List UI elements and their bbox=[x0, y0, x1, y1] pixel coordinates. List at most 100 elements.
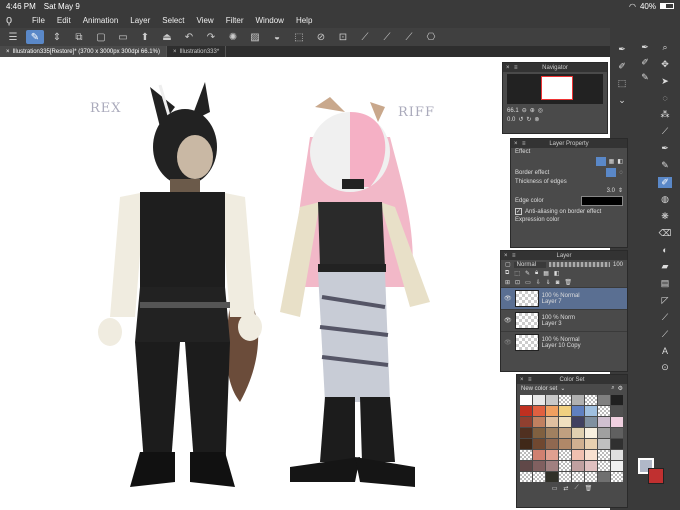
color-swatch[interactable] bbox=[585, 450, 597, 460]
fill-icon[interactable]: ◒ bbox=[268, 30, 286, 44]
color-swatch[interactable] bbox=[520, 472, 532, 482]
search-icon[interactable]: ⌕ bbox=[611, 385, 614, 392]
color-swatch[interactable] bbox=[520, 428, 532, 438]
color-swatch[interactable] bbox=[533, 395, 545, 405]
lasso-icon[interactable]: ◌ bbox=[662, 93, 667, 103]
new-raster-icon[interactable]: ⊞ bbox=[505, 279, 510, 286]
new-file-icon[interactable]: ▢ bbox=[92, 30, 110, 44]
layer-row[interactable]: 👁︎ 100 % Norm Layer 3 bbox=[501, 309, 627, 331]
border-type-alt-icon[interactable]: ◌ bbox=[619, 170, 623, 176]
color-swatch[interactable] bbox=[611, 472, 623, 482]
draft-icon[interactable]: ✎ bbox=[525, 270, 530, 277]
select-arrow-icon[interactable]: ➤ bbox=[661, 76, 669, 87]
color-swatch[interactable] bbox=[520, 439, 532, 449]
paint-icon[interactable]: ⬚ bbox=[618, 78, 627, 89]
rotate-right-icon[interactable]: ↻ bbox=[526, 116, 531, 123]
color-swatch[interactable] bbox=[559, 428, 571, 438]
figure-icon[interactable]: ◸ bbox=[662, 295, 669, 306]
color-swatch[interactable] bbox=[520, 417, 532, 427]
color-swatch[interactable] bbox=[585, 417, 597, 427]
color-swatch[interactable] bbox=[546, 461, 558, 471]
color-swatch[interactable] bbox=[533, 450, 545, 460]
color-swatch[interactable] bbox=[546, 439, 558, 449]
color-swatch[interactable] bbox=[533, 472, 545, 482]
hamburger-menu-icon[interactable]: ☰ bbox=[4, 30, 22, 44]
reference-icon[interactable]: ⬚ bbox=[514, 270, 520, 277]
chevron-updown-icon[interactable]: ⇕ bbox=[48, 30, 66, 44]
assist-icon[interactable]: ⎔ bbox=[422, 30, 440, 44]
edit-mode-icon[interactable]: ✎ bbox=[26, 30, 44, 44]
color-swatch[interactable] bbox=[585, 472, 597, 482]
menu-icon[interactable]: ≡ bbox=[514, 65, 518, 71]
transfer-down-icon[interactable]: ⇩ bbox=[536, 279, 541, 286]
gradient-icon[interactable]: ▤ bbox=[661, 278, 670, 289]
blend-icon[interactable]: ◐ bbox=[662, 245, 667, 255]
close-icon[interactable]: × bbox=[173, 49, 177, 55]
color-swatch[interactable] bbox=[559, 450, 571, 460]
menu-icon[interactable]: ≡ bbox=[512, 253, 516, 259]
tab-illustration333[interactable]: × Illustration333* bbox=[167, 46, 227, 57]
layer-row[interactable]: 👁︎ 100 % Normal Layer 7 bbox=[501, 287, 627, 309]
brush-icon[interactable]: ✐ bbox=[658, 177, 672, 188]
merge-icon[interactable]: ⇓ bbox=[546, 279, 551, 286]
color-swatch[interactable] bbox=[533, 428, 545, 438]
opacity-value[interactable]: 100 bbox=[613, 262, 623, 268]
close-icon[interactable]: × bbox=[514, 141, 518, 147]
close-icon[interactable]: × bbox=[506, 65, 510, 71]
menu-file[interactable]: File bbox=[32, 16, 45, 25]
border-type-icon[interactable] bbox=[606, 168, 617, 177]
color-swatch[interactable] bbox=[572, 472, 584, 482]
color-swatch[interactable] bbox=[559, 417, 571, 427]
color-swatch[interactable] bbox=[520, 406, 532, 416]
new-vector-icon[interactable]: ⊡ bbox=[515, 279, 520, 286]
companion-icon[interactable]: ⧉ bbox=[70, 30, 88, 44]
menu-layer[interactable]: Layer bbox=[130, 16, 150, 25]
edge-color-swatch[interactable] bbox=[581, 196, 623, 206]
color-swatch[interactable] bbox=[559, 395, 571, 405]
fill-icon[interactable]: ▰ bbox=[662, 261, 669, 272]
color-swatch[interactable] bbox=[611, 395, 623, 405]
color-swatch[interactable] bbox=[520, 395, 532, 405]
pencil-icon[interactable]: ✎ bbox=[661, 160, 669, 171]
color-swatch[interactable] bbox=[546, 417, 558, 427]
app-logo-icon[interactable]: ϙ bbox=[6, 13, 20, 27]
color-swatch[interactable] bbox=[546, 395, 558, 405]
color-swatch[interactable] bbox=[585, 406, 597, 416]
close-icon[interactable]: × bbox=[504, 253, 508, 259]
pen-icon[interactable]: ✒ bbox=[661, 143, 669, 154]
reset-icon[interactable]: ⊗ bbox=[534, 116, 539, 123]
color-swatch[interactable] bbox=[572, 461, 584, 471]
delete-icon[interactable]: 🗑︎ bbox=[585, 485, 593, 492]
color-swatch[interactable] bbox=[559, 439, 571, 449]
antialias-checkbox[interactable]: ✓ bbox=[515, 208, 522, 215]
replace-color-icon[interactable]: ⇄ bbox=[563, 485, 568, 492]
navigator-preview[interactable] bbox=[507, 74, 603, 104]
ruler-icon[interactable]: ⟋ bbox=[662, 329, 668, 340]
visibility-eye-icon[interactable]: 👁︎ bbox=[504, 317, 512, 324]
wand-icon[interactable]: ⁂ bbox=[661, 109, 670, 120]
color-swatch[interactable] bbox=[533, 439, 545, 449]
close-icon[interactable]: × bbox=[520, 377, 524, 383]
angle-value[interactable]: 0.0 bbox=[507, 117, 515, 123]
zoom-out-icon[interactable]: ⊖ bbox=[522, 107, 527, 114]
pen-tool-icon[interactable]: ✒ bbox=[641, 42, 649, 53]
effect-border-icon[interactable] bbox=[595, 157, 606, 166]
color-swatch[interactable] bbox=[572, 406, 584, 416]
color-swatch[interactable] bbox=[598, 461, 610, 471]
menu-view[interactable]: View bbox=[197, 16, 214, 25]
color-swatch[interactable] bbox=[559, 461, 571, 471]
menu-help[interactable]: Help bbox=[296, 16, 312, 25]
color-swatch[interactable] bbox=[598, 472, 610, 482]
menu-select[interactable]: Select bbox=[162, 16, 184, 25]
tab-illustration335[interactable]: × Illustration335[Restore]* (3700 x 3000… bbox=[0, 46, 167, 57]
rotate-left-icon[interactable]: ↺ bbox=[518, 116, 523, 123]
brush-stroke-icon[interactable]: ⟋ bbox=[378, 30, 396, 44]
add-mask-icon[interactable]: ◙ bbox=[556, 280, 560, 286]
eyedropper-icon[interactable]: ⟋ bbox=[574, 485, 578, 492]
color-swatch[interactable] bbox=[598, 417, 610, 427]
color-swatch[interactable] bbox=[611, 406, 623, 416]
color-swatch[interactable] bbox=[572, 450, 584, 460]
export-icon[interactable]: ⏏ bbox=[158, 30, 176, 44]
visibility-eye-icon[interactable]: 👁︎ bbox=[504, 295, 512, 302]
color-swatch[interactable] bbox=[585, 395, 597, 405]
